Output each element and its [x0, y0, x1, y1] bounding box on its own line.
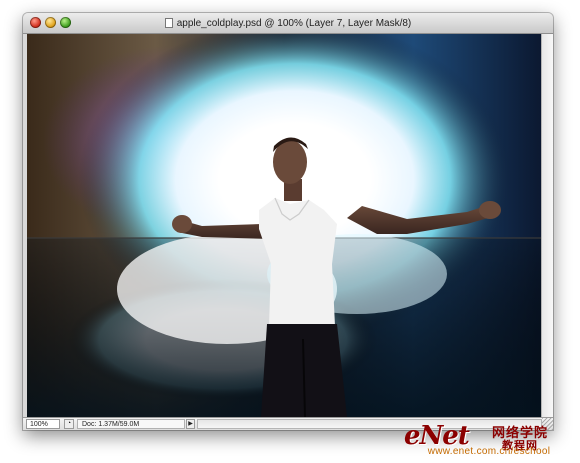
document-canvas[interactable]: [27, 34, 542, 417]
zoom-level-field[interactable]: 100%: [26, 419, 60, 429]
title-group: apple_coldplay.psd @ 100% (Layer 7, Laye…: [23, 13, 553, 33]
status-info-icon[interactable]: ◔: [64, 419, 74, 429]
site-watermark: eNet 网络学院 教程网 www.enet.com.cn/eschool: [404, 421, 574, 459]
status-menu-arrow-icon[interactable]: ▶: [186, 419, 195, 429]
window-title: apple_coldplay.psd @ 100% (Layer 7, Laye…: [176, 17, 412, 29]
document-size-info: Doc: 1.37M/59.0M: [77, 419, 185, 429]
vertical-scrollbar[interactable]: [541, 34, 553, 417]
photoshop-document-window: apple_coldplay.psd @ 100% (Layer 7, Laye…: [23, 13, 553, 430]
canvas-artwork: [27, 34, 542, 417]
document-icon: [164, 18, 173, 28]
title-bar[interactable]: apple_coldplay.psd @ 100% (Layer 7, Laye…: [23, 13, 553, 34]
watermark-url: www.enet.com.cn/eschool: [427, 446, 551, 457]
